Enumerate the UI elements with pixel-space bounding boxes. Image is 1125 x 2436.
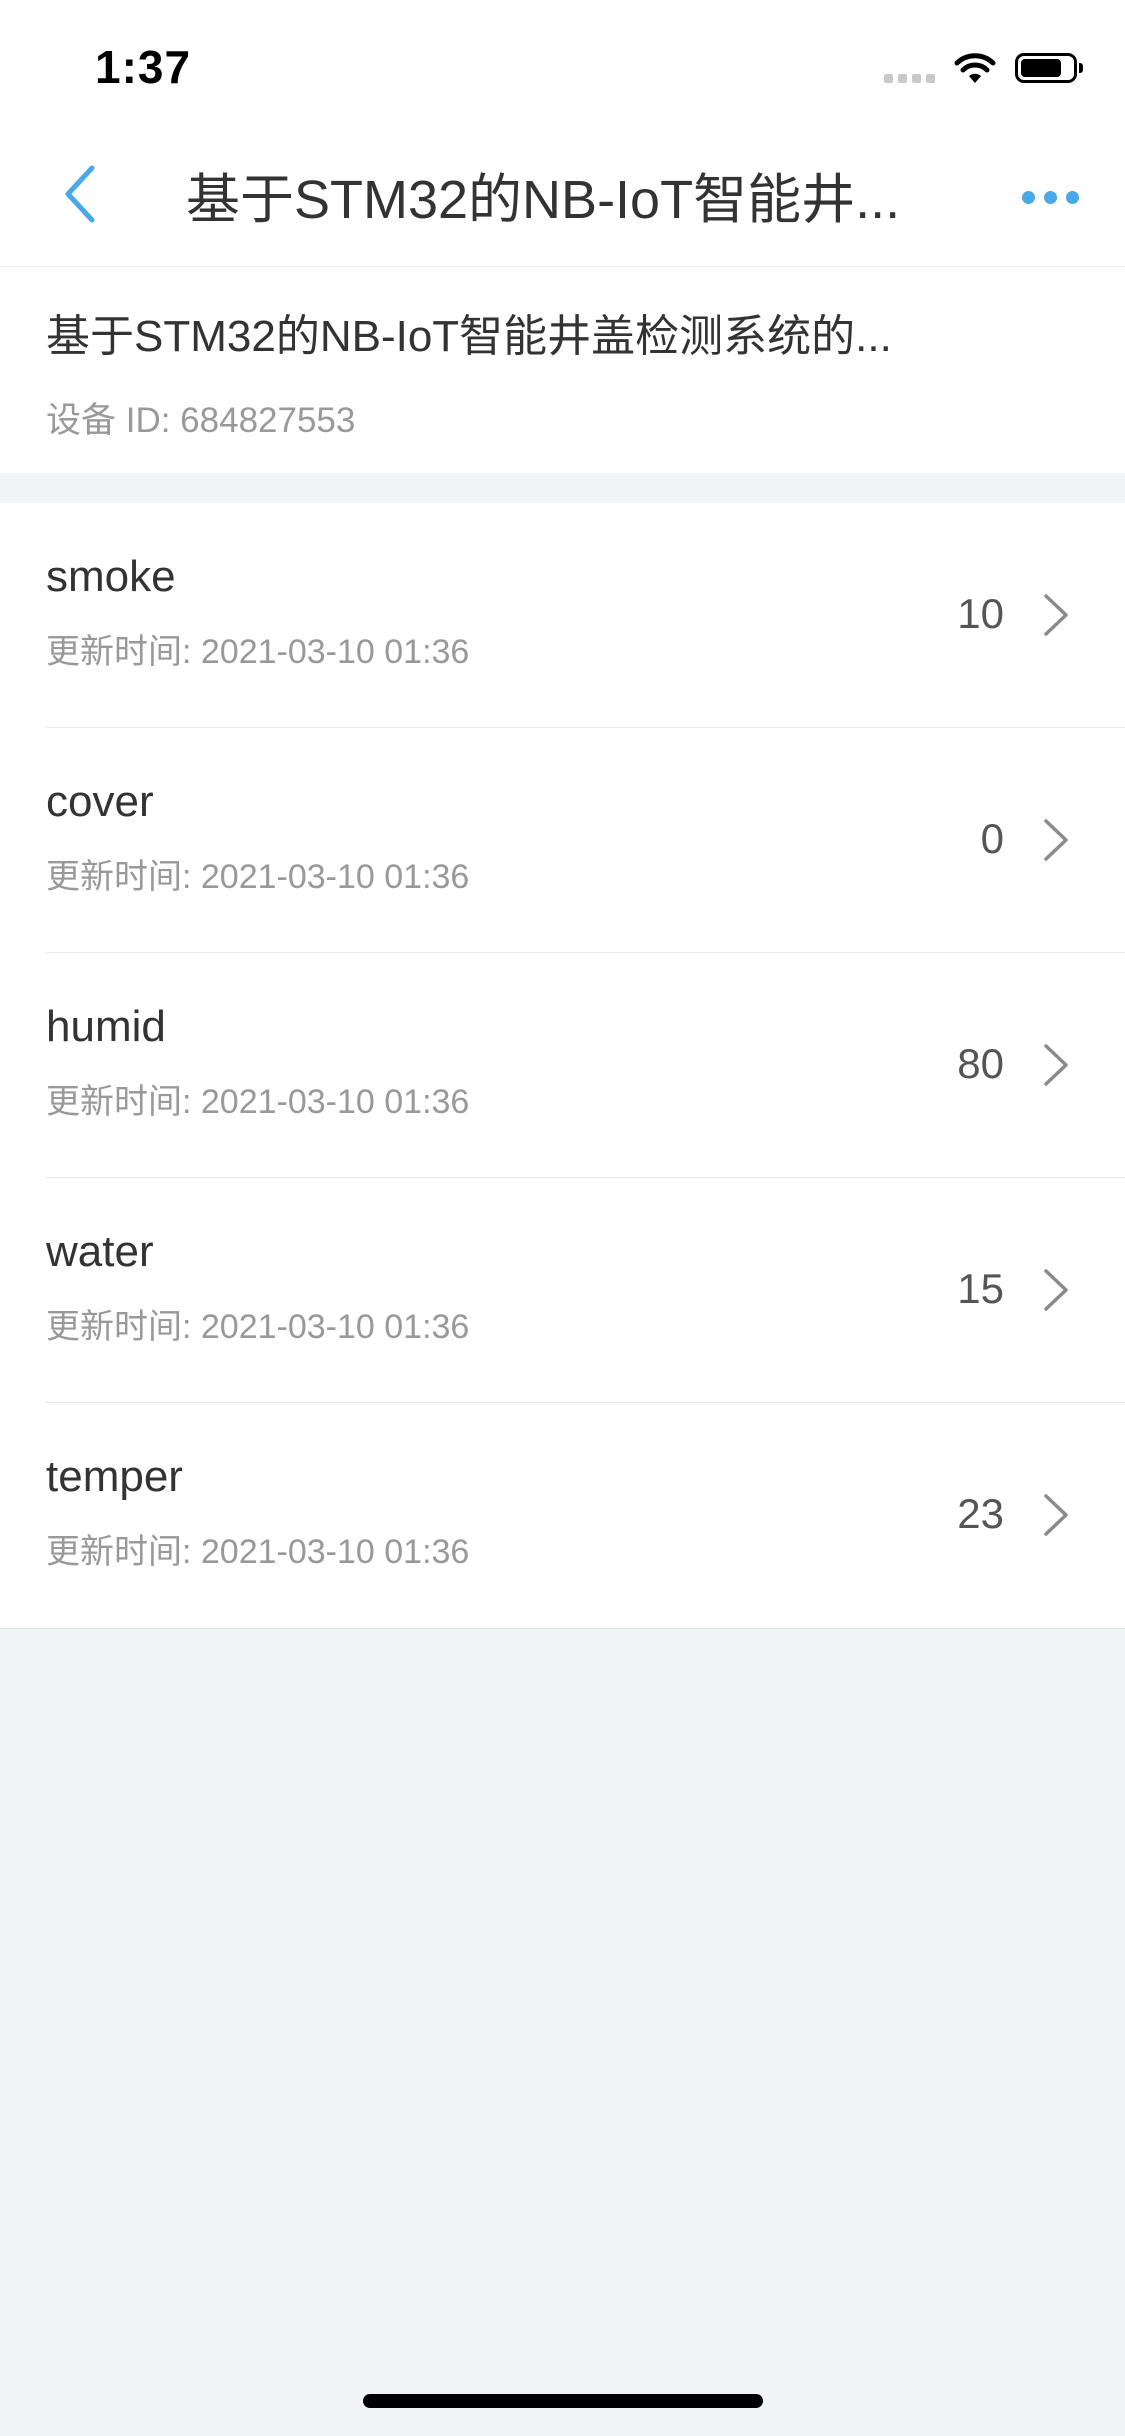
- stream-update-time: 更新时间: 2021-03-10 01:36: [46, 633, 470, 671]
- chevron-right-icon: [1044, 1044, 1068, 1086]
- stream-update-time: 更新时间: 2021-03-10 01:36: [46, 1083, 470, 1121]
- signal-icon: [884, 53, 935, 83]
- page-title: 基于STM32的NB-IoT智能井...: [186, 170, 901, 230]
- stream-name: temper: [46, 1452, 183, 1501]
- chevron-left-icon: [65, 165, 95, 223]
- more-dots-icon: [1021, 190, 1035, 204]
- chevron-right-icon: [1044, 1494, 1068, 1536]
- stream-name: cover: [46, 777, 154, 826]
- chevron-right-icon: [1044, 819, 1068, 861]
- chevron-right-icon: [1044, 594, 1068, 636]
- stream-value: 80: [957, 1040, 1004, 1087]
- status-icons: [884, 46, 1083, 90]
- home-indicator[interactable]: [363, 2394, 763, 2408]
- back-button[interactable]: [40, 154, 120, 234]
- list-item-humid[interactable]: humid 更新时间: 2021-03-10 01:36 80: [0, 953, 1125, 1178]
- stream-value: 15: [957, 1265, 1004, 1312]
- stream-update-time: 更新时间: 2021-03-10 01:36: [46, 858, 470, 896]
- list-item-smoke[interactable]: smoke 更新时间: 2021-03-10 01:36 10: [0, 503, 1125, 728]
- status-bar: 1:37: [0, 0, 1125, 132]
- chevron-right-icon: [1044, 1269, 1068, 1311]
- nav-bar: 基于STM32的NB-IoT智能井...: [0, 132, 1125, 267]
- more-button[interactable]: [1005, 162, 1095, 232]
- wifi-icon: [954, 53, 996, 83]
- device-header: 基于STM32的NB-IoT智能井盖检测系统的... 设备 ID: 684827…: [0, 267, 1125, 473]
- stream-value: 0: [980, 815, 1004, 862]
- datastream-list: smoke 更新时间: 2021-03-10 01:36 10 cover 更新…: [0, 503, 1125, 1629]
- stream-name: water: [46, 1227, 154, 1276]
- list-item-water[interactable]: water 更新时间: 2021-03-10 01:36 15: [0, 1178, 1125, 1403]
- stream-value: 10: [957, 590, 1004, 637]
- screen: 1:37 基于STM32的NB-IoT智能井... 基于STM32的NB-IoT…: [0, 0, 1125, 2436]
- stream-update-time: 更新时间: 2021-03-10 01:36: [46, 1308, 470, 1346]
- device-id: 设备 ID: 684827553: [46, 401, 356, 440]
- device-name: 基于STM32的NB-IoT智能井盖检测系统的...: [46, 312, 892, 361]
- status-time: 1:37: [95, 41, 192, 93]
- list-item-temper[interactable]: temper 更新时间: 2021-03-10 01:36 23: [0, 1403, 1125, 1628]
- stream-update-time: 更新时间: 2021-03-10 01:36: [46, 1533, 470, 1571]
- stream-value: 23: [957, 1490, 1004, 1537]
- stream-name: smoke: [46, 552, 176, 601]
- list-item-cover[interactable]: cover 更新时间: 2021-03-10 01:36 0: [0, 728, 1125, 953]
- stream-name: humid: [46, 1002, 166, 1051]
- battery-icon: [1015, 53, 1083, 83]
